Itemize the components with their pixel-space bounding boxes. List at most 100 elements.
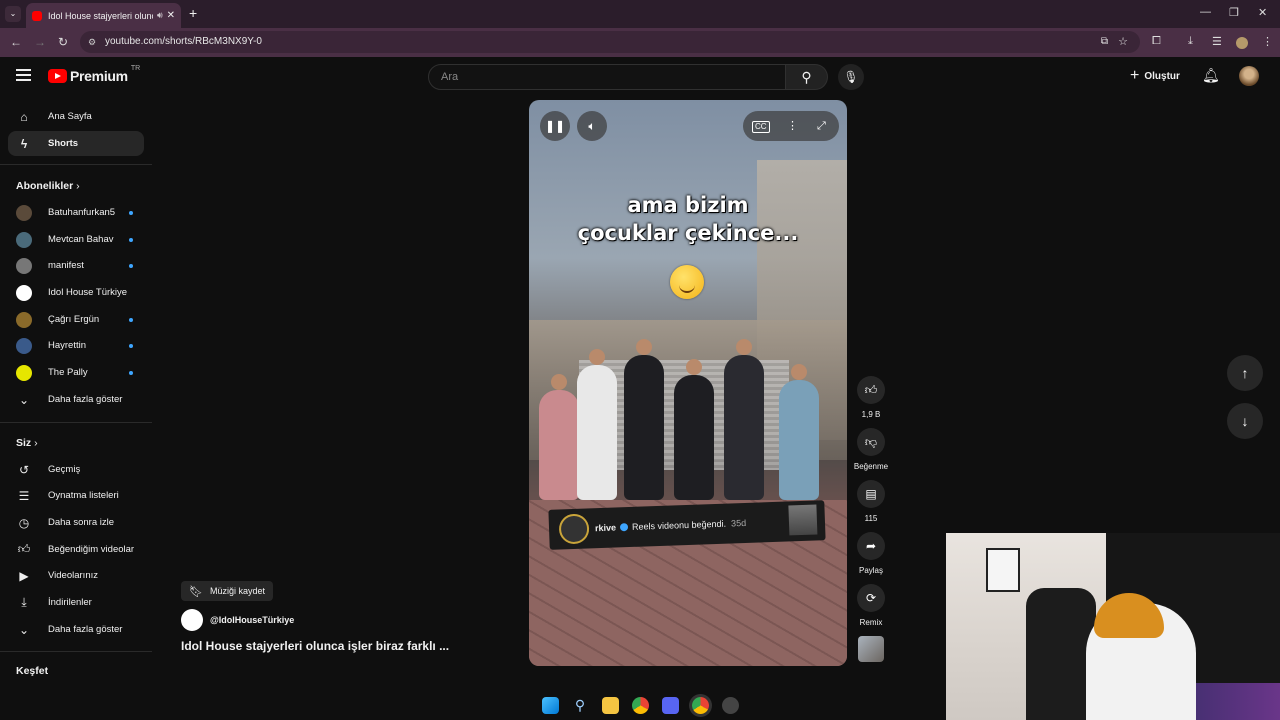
sidebar-item-playlists[interactable]: ☰ Oynatma listeleri [8,483,144,508]
sidebar-item-label: Idol House Türkiye [48,287,128,298]
tab-search-icon[interactable]: ⌄ [5,6,21,22]
install-icon[interactable]: ⧉ [1101,31,1108,53]
share-button[interactable]: ➦ [857,532,885,560]
sidebar-sub-item[interactable]: Çağrı Ergün [8,307,144,332]
video-title[interactable]: Idol House stajyerleri olunca işler bira… [181,639,449,653]
dancer [624,339,664,500]
show-more-you[interactable]: ⌄ Daha fazla göster [8,617,144,642]
sidebar-item-label: Hayrettin [48,340,87,351]
downloads-icon[interactable]: ⤓ [1188,35,1193,48]
sidebar-item-label: Geçmiş [48,464,81,475]
like-button[interactable]: 👍︎ [857,376,885,404]
chrome-icon[interactable] [631,696,649,714]
thumbs-down-icon: 👎︎ [864,435,878,449]
speaker-icon[interactable]: 🔊︎ [157,10,163,21]
you-header[interactable]: Siz › [16,437,38,449]
youtube-play-icon [48,69,67,83]
sidebar-sub-item[interactable]: The Pally [8,360,144,385]
reload-icon[interactable]: ↻ [58,35,68,49]
chrome-active-icon[interactable] [691,696,709,714]
dislike-button[interactable]: 👎︎ [857,428,885,456]
shorts-video-player[interactable]: ama bizim çocuklar çekince... ❚❚ 🔈︎ CC ⋮… [529,100,847,666]
sound-thumbnail[interactable] [858,636,884,662]
sidebar-sub-item[interactable]: Mevtcan Bahav [8,227,144,252]
new-tab-button[interactable]: + [189,5,197,21]
volume-icon: 🔈︎ [588,119,596,133]
history-icon: ↺ [18,462,30,477]
search-taskbar-icon[interactable]: ⚲ [572,697,589,714]
file-explorer-icon[interactable] [601,696,619,714]
sidebar-sub-item[interactable]: Batuhanfurkan5 [8,200,144,225]
browser-tabbar: ⌄ Idol House stajyerleri olunca işler bi… [0,0,1280,28]
notif-time: 35d [730,517,747,529]
forward-icon[interactable]: → [34,35,46,49]
remix-button[interactable]: ⟳ [857,584,885,612]
browser-tab-active[interactable]: Idol House stajyerleri olunca işler bira… [26,3,181,28]
account-avatar[interactable] [1239,66,1259,86]
sidebar-item-history[interactable]: ↺ Geçmiş [8,457,144,482]
browser-menu-icon[interactable]: ⋮ [1262,35,1273,48]
minimize-icon[interactable]: — [1200,6,1211,18]
channel-link[interactable]: @IdolHouseTürkiye [181,609,294,631]
sidebar-item-downloads[interactable]: ⤓ İndirilenler [8,590,144,615]
sidebar-sub-item[interactable]: Hayrettin [8,333,144,358]
search-button[interactable]: ⚲ [786,64,828,90]
create-button[interactable]: + Oluştur [1130,67,1180,85]
next-short-button[interactable]: ↓ [1227,403,1263,439]
notif-user: rkive [594,522,617,534]
windows-start-icon[interactable] [541,696,559,714]
dancer [539,374,579,500]
sidebar-sub-item[interactable]: Idol House Türkiye [8,280,144,305]
reading-list-icon[interactable]: ☰ [1212,35,1222,48]
captions-icon[interactable]: CC [752,121,770,133]
mute-button[interactable]: 🔈︎ [577,111,607,141]
explore-header: Keşfet [16,665,49,677]
channel-avatar [181,609,203,631]
yt-logo[interactable]: Premium TR [48,65,140,84]
tab-title: Idol House stajyerleri olunca işler bira… [48,10,153,21]
save-music-button[interactable]: 🔖︎ Müziği kaydet [181,581,273,601]
fullscreen-icon[interactable]: ⤢ [817,111,826,141]
sidebar-item-label: Daha fazla göster [48,394,123,405]
player-controls-group: CC ⋮ ⤢ [743,111,839,141]
search-input[interactable]: Ara [428,64,786,90]
url-field[interactable]: ⚙ youtube.com/shorts/RBcM3NX9Y-0 ⧉ ☆ [80,31,1140,53]
sidebar-item-watch-later[interactable]: ◷ Daha sonra izle [8,510,144,535]
profile-avatar-icon[interactable] [1236,37,1248,49]
channel-avatar [16,364,32,381]
extensions-icon[interactable]: ⧠ [1152,35,1161,48]
restore-icon[interactable]: ❐ [1229,6,1239,19]
sidebar-item-home[interactable]: ⌂ Ana Sayfa [8,104,144,129]
back-icon[interactable]: ← [10,35,22,49]
sidebar-item-label: Daha fazla göster [48,624,123,635]
sidebar-item-label: Batuhanfurkan5 [48,207,116,218]
site-info-icon[interactable]: ⚙ [88,31,96,53]
window-close-icon[interactable]: ✕ [1258,6,1267,19]
voice-search-button[interactable]: 🎙︎ [838,64,864,90]
obs-icon[interactable] [721,696,739,714]
channel-avatar [16,231,32,248]
save-music-label: Müziği kaydet [209,586,265,596]
notif-avatar [558,513,590,545]
more-options-icon[interactable]: ⋮ [787,111,798,141]
youtube-favicon-icon [32,10,42,21]
sidebar-sub-item[interactable]: manifest [8,253,144,278]
notifications-bell-icon[interactable]: 🔔︎ [1202,67,1220,84]
previous-short-button[interactable]: ↑ [1227,355,1263,391]
comments-button[interactable]: ▤ [857,480,885,508]
chevron-right-icon: › [76,180,80,192]
divider [0,651,152,652]
subscriptions-header[interactable]: Abonelikler › [16,180,80,192]
show-more-subscriptions[interactable]: ⌄ Daha fazla göster [8,387,144,412]
remix-label: Remix [859,618,883,627]
new-content-dot [129,238,133,242]
bookmark-star-icon[interactable]: ☆ [1118,31,1128,53]
pause-button[interactable]: ❚❚ [540,111,570,141]
sidebar: ⌂ Ana Sayfa ϟ Shorts Abonelikler › Batuh… [0,100,155,690]
close-tab-icon[interactable]: ✕ [167,10,175,21]
sidebar-item-shorts[interactable]: ϟ Shorts [8,131,144,156]
sidebar-item-your-videos[interactable]: ▶ Videolarınız [8,563,144,588]
menu-icon[interactable] [16,69,31,81]
sidebar-item-liked-videos[interactable]: 👍︎ Beğendiğim videolar [8,537,144,562]
discord-icon[interactable] [661,696,679,714]
